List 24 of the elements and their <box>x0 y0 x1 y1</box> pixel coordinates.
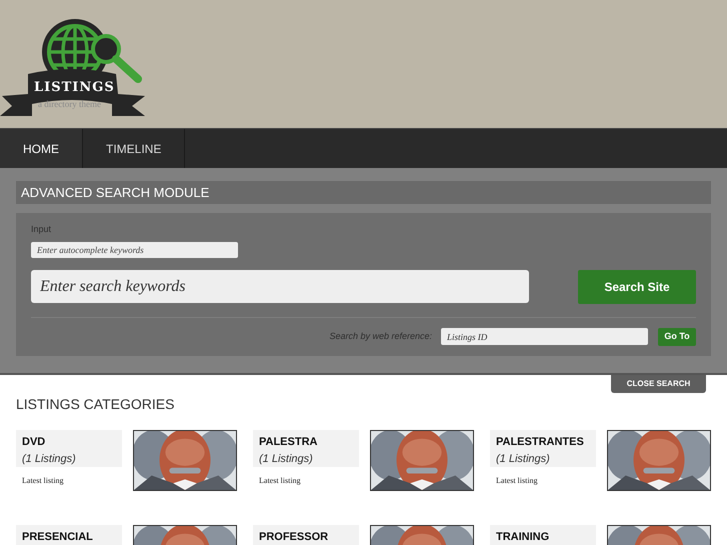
latest-listing-label: Latest listing <box>495 475 539 487</box>
nav-link[interactable]: HOME <box>0 129 83 168</box>
section-title: ADVANCED SEARCH MODULE <box>16 181 711 204</box>
category-name[interactable]: PROFESSOR <box>259 529 353 545</box>
go-to-button[interactable]: Go To <box>658 328 696 346</box>
category-name[interactable]: PRESENCIAL <box>22 529 116 545</box>
autocomplete-field[interactable]: Enter autocomplete keywords <box>31 242 238 258</box>
reference-label: Search by web reference: <box>329 330 432 343</box>
category-name[interactable]: DVD <box>22 434 116 450</box>
latest-listing-label: Latest listing <box>258 475 302 487</box>
search-site-button[interactable]: Search Site <box>578 270 696 304</box>
latest-listing-label: Latest listing <box>21 475 65 487</box>
section-title: LISTINGS CATEGORIES <box>16 395 174 414</box>
listing-count: (1 Listings) <box>496 452 551 466</box>
search-field[interactable]: Enter search keywords <box>31 270 529 303</box>
category-name[interactable]: PALESTRA <box>259 434 353 450</box>
close-search-button[interactable]: CLOSE SEARCH <box>611 375 706 393</box>
listing-count: (1 Listings) <box>259 452 314 466</box>
listings-id-field[interactable]: Listings ID <box>441 328 648 345</box>
category-name[interactable]: TRAINING <box>496 529 590 545</box>
category-name[interactable]: PALESTRANTES <box>496 434 590 450</box>
listing-count: (1 Listings) <box>22 452 77 466</box>
input-label: Input <box>31 223 52 236</box>
logo-name: LISTINGS <box>34 79 115 97</box>
